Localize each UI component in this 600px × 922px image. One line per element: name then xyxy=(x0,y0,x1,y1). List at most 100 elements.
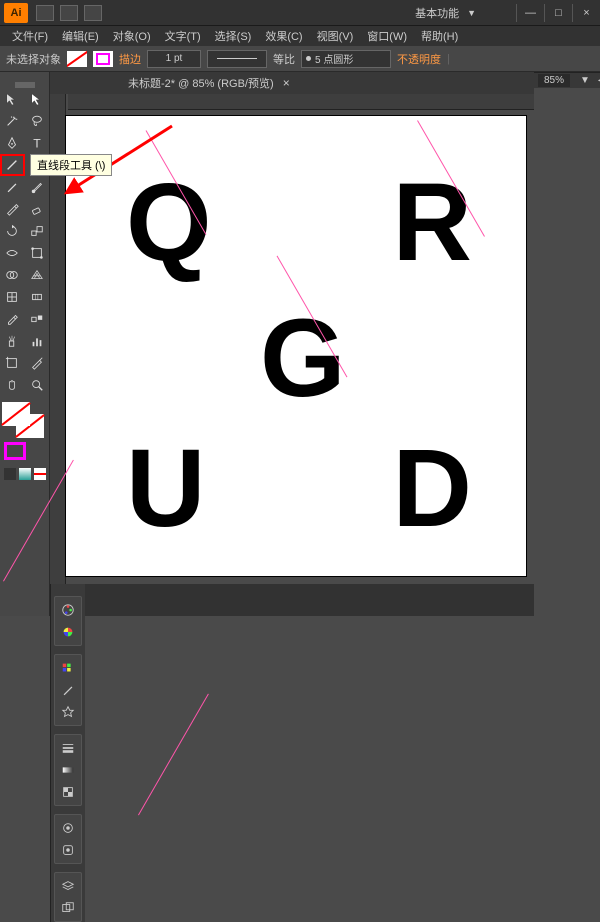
artboard-tool[interactable] xyxy=(0,352,25,374)
eraser-tool[interactable] xyxy=(25,198,50,220)
brush-preset-label: 5 点圆形 xyxy=(315,51,353,66)
color-mode-row xyxy=(4,468,49,480)
stroke-mini-chip[interactable] xyxy=(4,442,26,460)
hand-tool[interactable] xyxy=(0,374,25,396)
paintbrush-tool[interactable] xyxy=(0,176,25,198)
canvas-viewport[interactable]: Q R G U D xyxy=(50,94,534,584)
annotation-arrow xyxy=(110,120,180,203)
stroke-swatch[interactable] xyxy=(93,51,113,67)
gradient-panel-icon[interactable] xyxy=(57,761,79,779)
fill-stroke-control[interactable] xyxy=(2,402,46,442)
menu-effect[interactable]: 效果(C) xyxy=(259,26,308,46)
eyedropper-tool[interactable] xyxy=(0,308,25,330)
layers-panel-icon[interactable] xyxy=(57,877,79,895)
fill-swatch[interactable] xyxy=(67,51,87,67)
letter-u[interactable]: U xyxy=(126,434,205,544)
ruler-horizontal[interactable] xyxy=(68,94,534,110)
perspective-grid-tool[interactable] xyxy=(25,264,50,286)
zoom-dropdown-icon[interactable]: ▼ xyxy=(580,75,590,86)
color-guide-panel-icon[interactable] xyxy=(57,623,79,641)
blend-tool[interactable] xyxy=(25,308,50,330)
menu-edit[interactable]: 编辑(E) xyxy=(56,26,105,46)
stroke-profile[interactable] xyxy=(207,50,267,68)
swatches-panel-icon[interactable] xyxy=(57,659,79,677)
menu-object[interactable]: 对象(O) xyxy=(107,26,157,46)
letter-g[interactable]: G xyxy=(260,304,346,414)
brush-preview-dot xyxy=(306,56,311,61)
width-tool[interactable] xyxy=(0,242,25,264)
control-bar: 未选择对象 描边 1 pt 等比 5 点圆形 不透明度 | xyxy=(0,46,600,72)
zoom-level[interactable]: 85% xyxy=(538,74,570,87)
layout-switch-1[interactable] xyxy=(36,5,54,21)
color-panel-icon[interactable] xyxy=(57,601,79,619)
magic-wand-tool[interactable] xyxy=(0,110,25,132)
style-sep: | xyxy=(447,53,450,65)
workspace-dropdown-icon[interactable]: ▼ xyxy=(467,8,476,18)
menu-select[interactable]: 选择(S) xyxy=(209,26,258,46)
menu-bar: 文件(F) 编辑(E) 对象(O) 文字(T) 选择(S) 效果(C) 视图(V… xyxy=(0,26,600,46)
artboards-panel-icon[interactable] xyxy=(57,899,79,917)
close-button[interactable]: × xyxy=(572,4,600,22)
maximize-button[interactable]: □ xyxy=(544,4,572,22)
letter-d[interactable]: D xyxy=(393,434,472,544)
title-bar: Ai 基本功能 ▼ — □ × xyxy=(0,0,600,26)
menu-file[interactable]: 文件(F) xyxy=(6,26,54,46)
brushes-panel-icon[interactable] xyxy=(57,681,79,699)
rotate-tool[interactable] xyxy=(0,220,25,242)
document-tab-title: 未标题-2* @ 85% (RGB/预览) xyxy=(128,78,274,90)
right-panel-dock xyxy=(50,584,85,922)
scale-tool[interactable] xyxy=(25,220,50,242)
gradient-tool[interactable] xyxy=(25,286,50,308)
slice-tool[interactable] xyxy=(25,352,50,374)
letter-r[interactable]: R xyxy=(393,168,472,278)
workspace-label[interactable]: 基本功能 xyxy=(415,5,459,21)
status-bar: 85% ▼ ◀ ▶ 选择 ▶ xyxy=(534,72,600,88)
menu-view[interactable]: 视图(V) xyxy=(311,26,360,46)
guide-line[interactable] xyxy=(138,694,209,816)
minimize-button[interactable]: — xyxy=(516,4,544,22)
zoom-tool[interactable] xyxy=(25,374,50,396)
color-mode-none[interactable] xyxy=(34,468,46,480)
pencil-tool[interactable] xyxy=(0,198,25,220)
color-mode-gradient[interactable] xyxy=(19,468,31,480)
document-area: 未标题-2* @ 85% (RGB/预览) × Q R G U D xyxy=(50,72,534,616)
line-tool-tooltip: 直线段工具 (\) xyxy=(30,154,112,176)
tools-panel: T 直线段工具 (\) xyxy=(0,72,50,616)
stroke-panel-icon[interactable] xyxy=(57,739,79,757)
lasso-tool[interactable] xyxy=(25,110,50,132)
symbol-sprayer-tool[interactable] xyxy=(0,330,25,352)
blob-brush-tool[interactable] xyxy=(25,176,50,198)
document-tab-bar: 未标题-2* @ 85% (RGB/预览) × xyxy=(50,72,534,94)
type-tool[interactable]: T xyxy=(25,132,50,154)
document-tab[interactable]: 未标题-2* @ 85% (RGB/预览) × xyxy=(120,72,298,94)
direct-selection-tool[interactable] xyxy=(25,88,50,110)
transparency-panel-icon[interactable] xyxy=(57,783,79,801)
layout-switch-3[interactable] xyxy=(84,5,102,21)
svg-text:T: T xyxy=(33,136,41,150)
appearance-panel-icon[interactable] xyxy=(57,819,79,837)
line-segment-tool[interactable]: 直线段工具 (\) xyxy=(0,154,25,176)
menu-help[interactable]: 帮助(H) xyxy=(415,26,464,46)
opacity-label[interactable]: 不透明度 xyxy=(397,51,441,67)
layout-switch-2[interactable] xyxy=(60,5,78,21)
fill-color-chip[interactable] xyxy=(2,402,30,426)
brush-preset-select[interactable]: 5 点圆形 xyxy=(301,50,391,68)
graphic-styles-panel-icon[interactable] xyxy=(57,841,79,859)
app-logo: Ai xyxy=(4,3,28,23)
color-mode-solid[interactable] xyxy=(4,468,16,480)
symbols-panel-icon[interactable] xyxy=(57,703,79,721)
stroke-label[interactable]: 描边 xyxy=(119,51,141,67)
mesh-tool[interactable] xyxy=(0,286,25,308)
selection-status: 未选择对象 xyxy=(6,51,61,67)
stroke-weight-input[interactable]: 1 pt xyxy=(147,50,201,68)
free-transform-tool[interactable] xyxy=(25,242,50,264)
pen-tool[interactable] xyxy=(0,132,25,154)
column-graph-tool[interactable] xyxy=(25,330,50,352)
main-area: T 直线段工具 (\) xyxy=(0,72,600,616)
shape-builder-tool[interactable] xyxy=(0,264,25,286)
menu-type[interactable]: 文字(T) xyxy=(159,26,207,46)
menu-window[interactable]: 窗口(W) xyxy=(361,26,413,46)
uniform-label: 等比 xyxy=(273,51,295,67)
selection-tool[interactable] xyxy=(0,88,25,110)
document-tab-close-icon[interactable]: × xyxy=(283,76,290,90)
